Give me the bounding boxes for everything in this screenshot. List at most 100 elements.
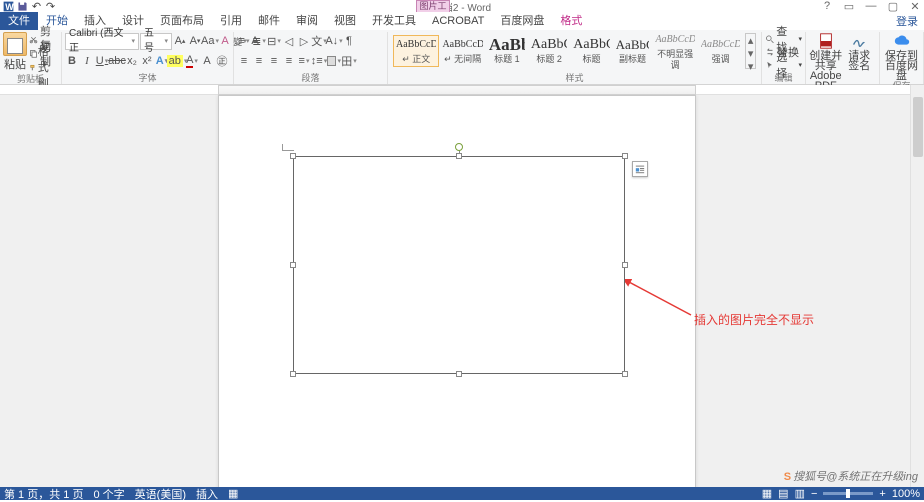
char-shading-icon[interactable]: A xyxy=(200,53,214,69)
font-size-combo[interactable]: 五号 xyxy=(140,33,172,50)
view-read-icon[interactable]: ▤ xyxy=(778,487,788,500)
page[interactable] xyxy=(218,95,696,487)
scrollbar-thumb[interactable] xyxy=(913,97,923,157)
group-font-label: 字体 xyxy=(65,73,230,84)
title-bar: W ↶ ↷ 文档2 - Word 图片工具 ? ▭ — ▢ ✕ xyxy=(0,0,924,12)
status-words[interactable]: 0 个字 xyxy=(93,486,124,502)
styles-gallery[interactable]: AaBbCcDd↵ 正文AaBbCcDd↵ 无间隔AaBb标题 1AaBbC标题… xyxy=(391,32,758,70)
italic-button[interactable]: I xyxy=(80,53,94,69)
undo-icon[interactable]: ↶ xyxy=(30,0,43,12)
sort-icon[interactable]: A↓ xyxy=(327,33,341,49)
tab-format[interactable]: 格式 xyxy=(552,12,590,30)
zoom-in-icon[interactable]: + xyxy=(879,488,885,500)
ribbon-options-icon[interactable]: ▭ xyxy=(842,0,856,13)
resize-handle-b[interactable] xyxy=(456,371,462,377)
subscript-button[interactable]: x₂ xyxy=(125,53,139,69)
multilevel-button[interactable]: ⊟ xyxy=(267,33,281,49)
save-icon[interactable] xyxy=(16,0,29,12)
superscript-button[interactable]: x² xyxy=(140,53,154,69)
picture-placeholder[interactable] xyxy=(293,156,625,374)
change-case-icon[interactable]: Aa xyxy=(203,33,217,49)
borders-button[interactable]: 田 xyxy=(342,53,356,69)
decrease-indent-icon[interactable]: ◁ xyxy=(282,33,296,49)
bullets-button[interactable]: ≡ xyxy=(237,33,251,49)
help-icon[interactable]: ? xyxy=(820,0,834,13)
underline-button[interactable]: U xyxy=(95,53,109,69)
styles-more-button[interactable]: ▴▾▾ xyxy=(745,33,756,69)
baidu-save-button[interactable]: 保存到百度网盘 xyxy=(883,32,920,81)
align-center-icon[interactable]: ≡ xyxy=(252,53,266,69)
status-page[interactable]: 第 1 页，共 1 页 xyxy=(4,486,83,502)
maximize-icon[interactable]: ▢ xyxy=(886,0,900,13)
ruler-horizontal[interactable] xyxy=(0,85,924,95)
cloud-icon xyxy=(893,32,911,50)
resize-handle-tl[interactable] xyxy=(290,153,296,159)
justify-icon[interactable]: ≡ xyxy=(282,53,296,69)
style-item-3[interactable]: AaBbC标题 2 xyxy=(528,35,570,67)
shading-button[interactable] xyxy=(327,53,341,69)
font-family-combo[interactable]: Calibri (西文正 xyxy=(65,33,139,50)
layout-options-button[interactable] xyxy=(632,161,648,177)
macro-icon[interactable]: ▦ xyxy=(228,487,238,500)
pdf-icon xyxy=(817,32,835,50)
text-direction-icon[interactable]: 文 xyxy=(312,33,326,49)
font-color-button[interactable]: A xyxy=(185,53,199,69)
increase-indent-icon[interactable]: ▷ xyxy=(297,33,311,49)
align-right-icon[interactable]: ≡ xyxy=(267,53,281,69)
grow-font-icon[interactable]: A▴ xyxy=(173,33,187,49)
style-item-2[interactable]: AaBb标题 1 xyxy=(486,35,528,67)
tab-mailings[interactable]: 邮件 xyxy=(250,12,288,30)
view-web-icon[interactable]: ▥ xyxy=(795,487,805,500)
tab-review[interactable]: 审阅 xyxy=(288,12,326,30)
select-button[interactable]: 选择▾ xyxy=(765,58,802,71)
format-painter-button[interactable]: 格式刷 xyxy=(29,60,58,74)
zoom-out-icon[interactable]: − xyxy=(811,488,817,500)
resize-handle-bl[interactable] xyxy=(290,371,296,377)
minimize-icon[interactable]: — xyxy=(864,0,878,13)
rotate-handle[interactable] xyxy=(455,143,463,151)
line-spacing-icon[interactable]: ↕≡ xyxy=(312,53,326,69)
tab-view[interactable]: 视图 xyxy=(326,12,364,30)
shrink-font-icon[interactable]: A▾ xyxy=(188,33,202,49)
enclose-char-icon[interactable]: ㊣ xyxy=(215,53,229,69)
redo-icon[interactable]: ↷ xyxy=(44,0,57,12)
bold-button[interactable]: B xyxy=(65,53,79,69)
tab-file[interactable]: 文件 xyxy=(0,12,38,30)
zoom-slider[interactable] xyxy=(823,492,873,495)
resize-handle-t[interactable] xyxy=(456,153,462,159)
distribute-icon[interactable]: ≡ xyxy=(297,53,311,69)
zoom-level[interactable]: 100% xyxy=(892,488,920,500)
status-lang[interactable]: 英语(美国) xyxy=(135,486,186,502)
clear-format-icon[interactable]: A xyxy=(218,33,232,49)
align-left-icon[interactable]: ≡ xyxy=(237,53,251,69)
style-item-7[interactable]: AaBbCcDd强调 xyxy=(698,35,743,67)
group-styles-label: 样式 xyxy=(391,73,758,84)
tab-acrobat[interactable]: ACROBAT xyxy=(424,12,492,30)
watermark: S搜狐号@系统正在升级ing xyxy=(784,467,918,484)
login-link[interactable]: 登录 xyxy=(896,13,918,29)
numbering-button[interactable]: ≣ xyxy=(252,33,266,49)
paste-button[interactable]: 粘贴 xyxy=(3,32,27,72)
adobe-sign-button[interactable]: 请求签名 xyxy=(843,32,877,71)
style-item-4[interactable]: AaBbC标题 xyxy=(570,35,612,67)
close-icon[interactable]: ✕ xyxy=(908,0,922,13)
tab-references[interactable]: 引用 xyxy=(212,12,250,30)
style-item-5[interactable]: AaBbC副标题 xyxy=(613,35,653,67)
resize-handle-tr[interactable] xyxy=(622,153,628,159)
resize-handle-l[interactable] xyxy=(290,262,296,268)
tab-developer[interactable]: 开发工具 xyxy=(364,12,424,30)
tab-baidu[interactable]: 百度网盘 xyxy=(492,12,552,30)
adobe-create-button[interactable]: 创建并共享Adobe PDF xyxy=(809,32,843,91)
status-mode[interactable]: 插入 xyxy=(196,486,218,502)
show-marks-icon[interactable]: ¶ xyxy=(342,33,356,49)
view-print-icon[interactable]: ▦ xyxy=(762,487,772,500)
scrollbar-vertical[interactable] xyxy=(910,85,924,487)
resize-handle-r[interactable] xyxy=(622,262,628,268)
style-item-0[interactable]: AaBbCcDd↵ 正文 xyxy=(393,35,439,67)
style-item-6[interactable]: AaBbCcDd不明显强调 xyxy=(652,30,697,73)
resize-handle-br[interactable] xyxy=(622,371,628,377)
strike-button[interactable]: abc xyxy=(110,53,124,69)
group-paragraph-label: 段落 xyxy=(237,73,384,84)
style-item-1[interactable]: AaBbCcDd↵ 无间隔 xyxy=(439,35,485,67)
highlight-button[interactable]: ab xyxy=(170,53,184,69)
